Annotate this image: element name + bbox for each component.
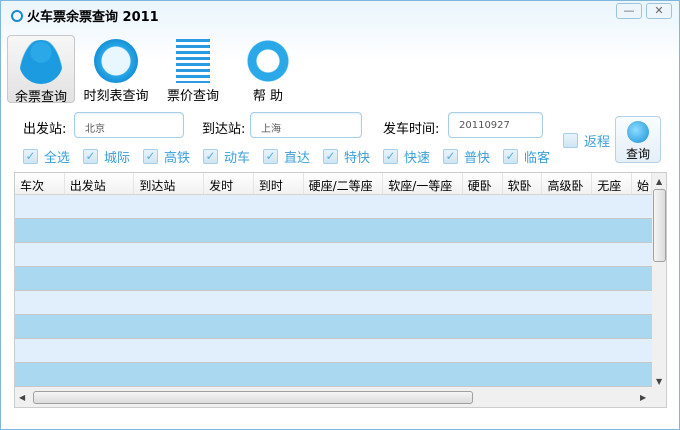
horizontal-scroll-thumb[interactable] bbox=[33, 391, 473, 404]
column-header[interactable]: 硬卧 bbox=[463, 173, 503, 194]
filter-checkbox[interactable]: ✓ 高铁 bbox=[143, 147, 190, 166]
from-label: 出发站: bbox=[23, 122, 67, 137]
to-label: 到达站: bbox=[202, 122, 246, 137]
tool-help[interactable]: 帮 助 bbox=[234, 35, 302, 104]
scroll-right-icon[interactable]: ▶ bbox=[640, 393, 646, 402]
table-row[interactable] bbox=[15, 243, 652, 267]
app-logo-icon bbox=[11, 9, 23, 22]
date-label: 发车时间: bbox=[383, 122, 440, 137]
window-title: 火车票余票查询 2011 bbox=[27, 10, 159, 25]
check-icon: ✓ bbox=[503, 149, 518, 164]
column-header[interactable]: 软卧 bbox=[503, 173, 543, 194]
query-label: 查询 bbox=[625, 147, 650, 161]
lifebuoy-icon bbox=[246, 39, 290, 83]
column-header[interactable]: 车次 bbox=[15, 173, 65, 194]
return-checkbox[interactable]: 返程 bbox=[563, 131, 610, 150]
column-header[interactable]: 无座 bbox=[592, 173, 633, 194]
column-header[interactable]: 到达站 bbox=[134, 173, 205, 194]
column-header[interactable]: 发时 bbox=[204, 173, 254, 194]
scroll-down-icon[interactable]: ▼ bbox=[656, 377, 662, 386]
check-icon: ✓ bbox=[203, 149, 218, 164]
column-header[interactable]: 到时 bbox=[254, 173, 304, 194]
table-row[interactable] bbox=[15, 339, 652, 363]
filter-label: 特快 bbox=[344, 151, 371, 166]
filter-label: 高铁 bbox=[164, 151, 191, 166]
tool-fare-query[interactable]: 票价查询 bbox=[159, 35, 227, 104]
minimize-button[interactable]: — bbox=[616, 3, 642, 19]
check-icon: ✓ bbox=[383, 149, 398, 164]
clock-icon bbox=[94, 39, 138, 83]
close-button[interactable]: ✕ bbox=[646, 3, 672, 19]
filter-checkbox[interactable]: ✓ 城际 bbox=[83, 147, 130, 166]
column-header[interactable]: 始 bbox=[632, 173, 652, 194]
tool-timetable-query[interactable]: 时刻表查询 bbox=[82, 35, 150, 104]
table-row[interactable] bbox=[15, 219, 652, 243]
date-input[interactable]: 20110927 bbox=[448, 112, 543, 138]
filter-checkbox[interactable]: ✓ 快速 bbox=[383, 147, 430, 166]
table-row[interactable] bbox=[15, 267, 652, 291]
scroll-up-icon[interactable]: ▲ bbox=[656, 177, 662, 186]
from-station-input[interactable]: 北京 bbox=[74, 112, 184, 138]
tool-label: 时刻表查询 bbox=[83, 89, 149, 104]
filter-label: 全选 bbox=[44, 151, 71, 166]
check-icon: ✓ bbox=[443, 149, 458, 164]
magnifier-icon bbox=[627, 121, 649, 143]
filter-checkbox[interactable]: ✓ 临客 bbox=[503, 147, 550, 166]
column-header[interactable]: 硬座/二等座 bbox=[304, 173, 384, 194]
tool-label: 余票查询 bbox=[14, 90, 67, 105]
horizontal-scrollbar[interactable]: ◀ ▶ bbox=[15, 389, 652, 406]
filter-checkbox[interactable]: ✓ 动车 bbox=[203, 147, 250, 166]
tool-label: 票价查询 bbox=[166, 89, 219, 104]
checkbox-box bbox=[563, 133, 578, 148]
filter-checkbox[interactable]: ✓ 全选 bbox=[23, 147, 70, 166]
column-header[interactable]: 高级卧 bbox=[542, 173, 593, 194]
filter-label: 临客 bbox=[524, 151, 551, 166]
filter-label: 动车 bbox=[224, 151, 251, 166]
filter-checkbox[interactable]: ✓ 普快 bbox=[443, 147, 490, 166]
filter-checkbox[interactable]: ✓ 特快 bbox=[323, 147, 370, 166]
check-icon: ✓ bbox=[143, 149, 158, 164]
scroll-left-icon[interactable]: ◀ bbox=[19, 393, 25, 402]
return-label: 返程 bbox=[584, 135, 611, 150]
query-button[interactable]: 查询 bbox=[615, 116, 661, 163]
filter-label: 快速 bbox=[404, 151, 431, 166]
filter-label: 城际 bbox=[104, 151, 131, 166]
check-icon: ✓ bbox=[83, 149, 98, 164]
title-bar: 火车票余票查询 2011 bbox=[11, 6, 159, 25]
column-header[interactable]: 软座/一等座 bbox=[383, 173, 463, 194]
table-row[interactable] bbox=[15, 291, 652, 315]
table-row[interactable] bbox=[15, 315, 652, 339]
tool-ticket-query[interactable]: 余票查询 bbox=[7, 35, 75, 105]
filter-label: 普快 bbox=[464, 151, 491, 166]
column-header[interactable]: 出发站 bbox=[65, 173, 135, 194]
filter-checkbox[interactable]: ✓ 直达 bbox=[263, 147, 310, 166]
filter-label: 直达 bbox=[284, 151, 311, 166]
table-row[interactable] bbox=[15, 363, 652, 387]
check-icon: ✓ bbox=[323, 149, 338, 164]
table-header: 车次 出发站 到达站 发时 到时 硬座/二等座 软座/一等座 硬卧 软卧 高级卧 无座始 bbox=[15, 173, 652, 195]
list-icon bbox=[176, 39, 210, 83]
app-window: 火车票余票查询 2011 — ✕ 余票查询 时刻表查询 票价查询 帮 助 出发站… bbox=[0, 0, 680, 430]
vertical-scroll-thumb[interactable] bbox=[653, 189, 666, 262]
table-row[interactable] bbox=[15, 195, 652, 219]
to-station-input[interactable]: 上海 bbox=[250, 112, 362, 138]
check-icon: ✓ bbox=[23, 149, 38, 164]
results-table: 车次 出发站 到达站 发时 到时 硬座/二等座 软座/一等座 硬卧 软卧 高级卧 无座始 ▲ ▼ ◀… bbox=[14, 172, 667, 408]
tool-label: 帮 助 bbox=[252, 89, 284, 104]
check-icon: ✓ bbox=[263, 149, 278, 164]
vertical-scrollbar[interactable]: ▲ ▼ bbox=[652, 173, 666, 389]
user-search-icon bbox=[19, 40, 63, 84]
